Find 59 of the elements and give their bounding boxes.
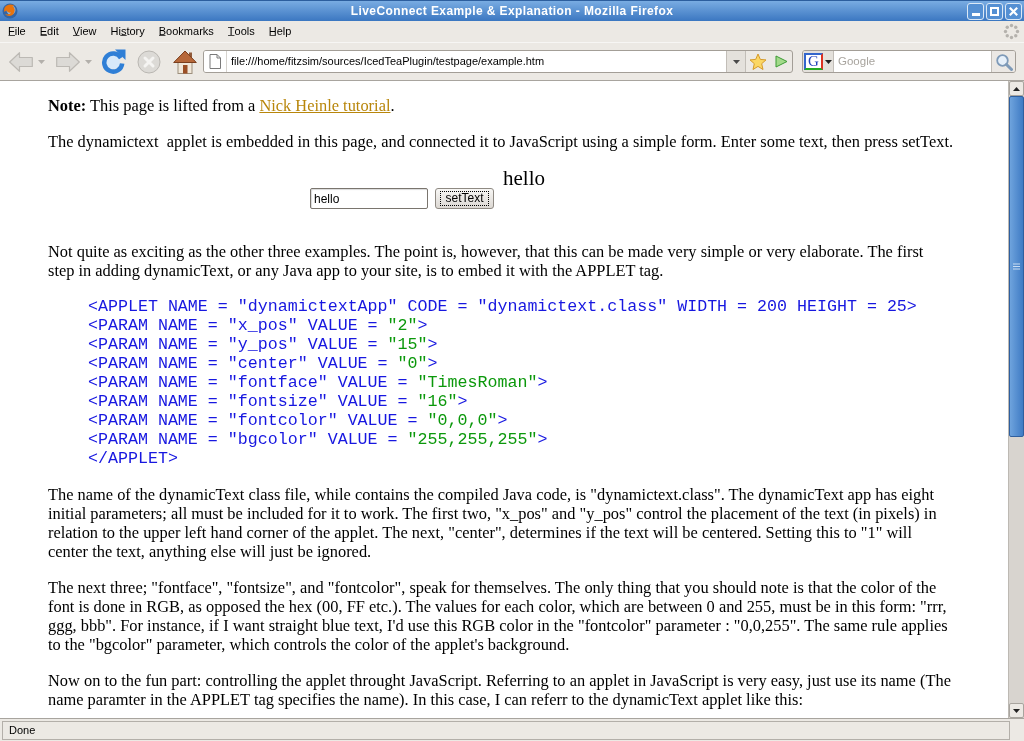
up-arrow-icon xyxy=(1013,86,1020,91)
menu-item[interactable]: H̲elp xyxy=(261,22,299,41)
code-line: <PARAM NAME = "fontsize" VALUE = "16"> xyxy=(88,392,468,411)
throbber-icon xyxy=(1003,23,1020,40)
house-icon xyxy=(173,49,197,74)
scroll-thumb[interactable] xyxy=(1009,96,1024,437)
code-line: <APPLET NAME = "dynamictextApp" CODE = "dynamictext.class" WIDTH = 200 HEIGHT = 25> xyxy=(88,297,917,316)
text-input[interactable]: hello xyxy=(310,188,428,209)
close-button[interactable] xyxy=(1005,2,1022,20)
grip-icon xyxy=(1013,263,1020,270)
applet-text: hello xyxy=(503,168,545,189)
menu-item[interactable]: F̲ile xyxy=(1,22,33,41)
code-line: <PARAM NAME = "center" VALUE = "0"> xyxy=(88,354,438,373)
code-line: <PARAM NAME = "fontcolor" VALUE = "0,0,0"> xyxy=(88,411,508,430)
caret-icon xyxy=(732,59,740,64)
scroll-up-button[interactable] xyxy=(1009,81,1024,96)
search-button[interactable] xyxy=(991,51,1015,72)
stop-icon xyxy=(137,49,161,74)
caret-icon xyxy=(825,59,832,64)
search-field[interactable]: Google xyxy=(834,51,991,72)
search-engine-logo: G xyxy=(804,53,823,70)
paragraph: Now on to the fun part: controlling the applet throught JavaScript. Referring to an applet in JavaScript is very easy, just use its name (The name paramter in the APPLET tag specifies the name). In this case, I can referr to the dynamicText applet like this: xyxy=(48,671,952,709)
menu-item[interactable]: T̲ools xyxy=(220,22,262,41)
menu-item[interactable]: B̲ookmarks xyxy=(151,22,221,41)
code-line: <PARAM NAME = "x_pos" VALUE = "2"> xyxy=(88,316,428,335)
minimize-button[interactable] xyxy=(967,2,984,20)
left-arrow-icon xyxy=(9,51,33,72)
code-line: <PARAM NAME = "y_pos" VALUE = "15"> xyxy=(88,335,438,354)
maximize-button[interactable] xyxy=(986,2,1003,20)
minimize-icon xyxy=(971,12,980,16)
scroll-down-button[interactable] xyxy=(1009,703,1024,718)
code-line: <PARAM NAME = "bgcolor" VALUE = "255,255,255"> xyxy=(88,430,548,449)
search-engine-button[interactable]: G xyxy=(803,51,834,72)
right-arrow-icon xyxy=(56,51,80,72)
url-field[interactable]: file:///home/fitzsim/sources/IcedTeaPlugin/testpage/example.htm xyxy=(227,51,726,72)
paragraph: The next three; "fontface", "fontsize", and "fontcolor", speak for themselves. The only thing that you should note is that the color of the font is done in RGB, as opposed the hex (00, FF etc.). The values for each color, which are between 0 and 255, must be in this form: "rrr, ggg, bbb". For instance, if I want straight blue text, I'd use this RGB color in the "fontcolor" parameter : "0,0,255". The same rule applies to the "bgcolor" parameter, which controls the color of the applet's background. xyxy=(48,578,949,654)
caret-icon xyxy=(37,59,45,64)
code-line: <PARAM NAME = "fontface" VALUE = "TimesRoman"> xyxy=(88,373,548,392)
menu-item[interactable]: E̲dit xyxy=(32,22,66,41)
down-arrow-icon xyxy=(1013,708,1020,713)
close-icon xyxy=(1009,6,1018,16)
submit-button[interactable]: setText xyxy=(435,188,494,209)
search-icon xyxy=(994,52,1013,71)
page-icon xyxy=(209,54,221,69)
paragraph: The dynamictext applet is embedded in this page, and connected it to JavaScript using a simple form. Enter some text, then press setText. xyxy=(48,132,955,151)
menu-item[interactable]: V̲iew xyxy=(65,22,104,41)
maximize-icon xyxy=(990,6,999,16)
status-bar: Done xyxy=(2,720,1010,740)
menu-item[interactable]: His̲tory xyxy=(103,22,152,41)
paragraph: Note: This page is lifted from a Nick Heinle tutorial. xyxy=(48,96,396,115)
paragraph: Not quite as exciting as the other three examples. The point is, however, that this can be made very simple or very elaborate. The first step in adding dynamicText, or any Java app to your site, is to embed it with the APPLET tag. xyxy=(48,242,925,280)
url-dropdown-button[interactable] xyxy=(726,51,745,72)
play-arrow-icon xyxy=(774,55,788,68)
star-icon xyxy=(749,52,767,71)
reload-icon xyxy=(100,49,126,74)
paragraph: The name of the dynamicText class file, while contains the compiled Java code, is "dynamictext.class". The dynamicText app has eight initial parameters; all must be included for it to work. The first two, "x_pos" and "y_pos" control the placement of the text (in pixels) in relation to the upper left hand corner of the applet. The next, "center", determines if the text will be centered. Setting this to "1" will center the text, anything else will just be ignored. xyxy=(48,485,938,561)
window-title: LiveConnect Example & Explanation - Mozilla Firefox xyxy=(350,3,674,19)
caret-icon xyxy=(84,59,92,64)
code-line: </APPLET> xyxy=(88,449,178,468)
